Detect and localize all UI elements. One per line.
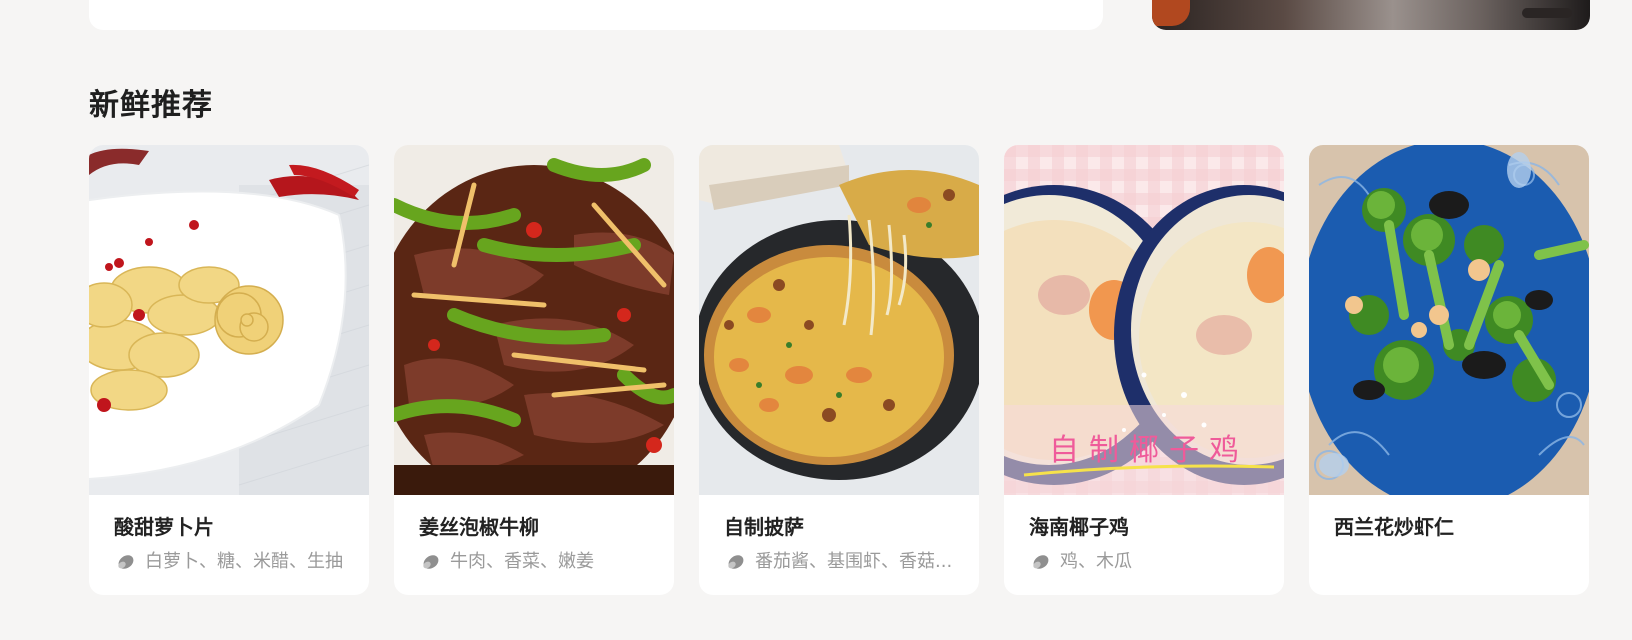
ingredients-text: 番茄酱、基围虾、香菇... xyxy=(755,551,953,572)
ingredient-leaf-icon xyxy=(423,555,439,569)
recipe-card[interactable]: 自制披萨 番茄酱、基围虾、香菇... xyxy=(699,145,979,595)
image-caption: 自制椰子鸡 xyxy=(1049,434,1249,467)
recipe-card-row: 酸甜萝卜片 白萝卜、糖、米醋、生抽 姜丝泡椒牛柳 牛肉、香菜、嫩姜 自制披萨 番… xyxy=(89,145,1589,595)
recipe-card[interactable]: 酸甜萝卜片 白萝卜、糖、米醋、生抽 xyxy=(89,145,369,595)
recipe-name: 西兰花炒虾仁 xyxy=(1334,515,1454,539)
ingredients-line: 番茄酱、基围虾、香菇... xyxy=(724,549,954,575)
recipe-image[interactable] xyxy=(1309,145,1589,495)
recipe-card[interactable]: 西兰花炒虾仁 xyxy=(1309,145,1589,595)
section-title: 新鲜推荐 xyxy=(89,88,213,123)
ingredient-leaf-icon xyxy=(728,555,744,569)
ingredients-line: 鸡、木瓜 xyxy=(1029,549,1259,575)
recipe-name: 自制披萨 xyxy=(724,515,804,539)
recipe-name: 海南椰子鸡 xyxy=(1029,515,1129,539)
top-card[interactable] xyxy=(89,0,1103,30)
ingredients-text: 牛肉、香菜、嫩姜 xyxy=(450,551,594,572)
ingredients-line: 牛肉、香菜、嫩姜 xyxy=(419,549,649,575)
recipe-image[interactable] xyxy=(89,145,369,495)
ingredients-text: 白萝卜、糖、米醋、生抽 xyxy=(145,551,343,572)
recipe-card[interactable]: 自制椰子鸡 海南椰子鸡 鸡、木瓜 xyxy=(1004,145,1284,595)
recipe-name: 姜丝泡椒牛柳 xyxy=(419,515,539,539)
ingredient-leaf-icon xyxy=(118,555,134,569)
recipe-image[interactable]: 自制椰子鸡 xyxy=(1004,145,1284,495)
ingredients-line: 白萝卜、糖、米醋、生抽 xyxy=(114,549,344,575)
recipe-name: 酸甜萝卜片 xyxy=(114,515,214,539)
top-feature-image[interactable] xyxy=(1152,0,1590,30)
recipe-card[interactable]: 姜丝泡椒牛柳 牛肉、香菜、嫩姜 xyxy=(394,145,674,595)
ingredients-text: 鸡、木瓜 xyxy=(1060,551,1132,572)
recipe-image[interactable] xyxy=(699,145,979,495)
ingredient-leaf-icon xyxy=(1033,555,1049,569)
recipe-image[interactable] xyxy=(394,145,674,495)
